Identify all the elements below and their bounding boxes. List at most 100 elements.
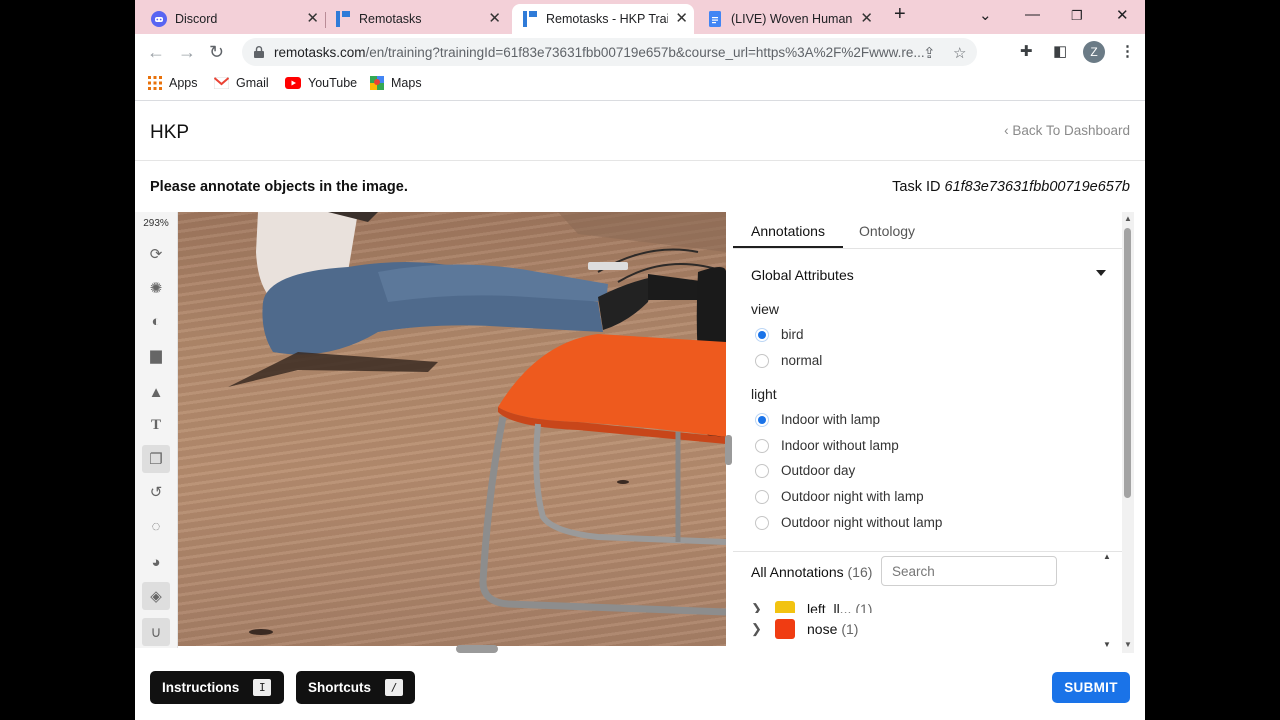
discord-icon — [151, 11, 167, 27]
minimize-icon[interactable]: — — [1025, 6, 1040, 23]
new-tab-icon[interactable]: + — [894, 3, 906, 26]
annotation-panel: Annotations Ontology Global Attributes v… — [733, 212, 1123, 653]
radio-selected[interactable] — [755, 412, 769, 427]
annotations-scrollbar[interactable]: ▲ ▼ — [1103, 552, 1113, 650]
shortcuts-button[interactable]: Shortcuts / — [296, 671, 415, 704]
shortcut-key: I — [253, 679, 272, 696]
url-path: /en/training?trainingId=61f83e73631fbb00… — [365, 44, 925, 60]
light-option-outdoor-night-with-lamp[interactable]: Outdoor night with lamp — [755, 489, 924, 504]
tab-annotations[interactable]: Annotations — [751, 223, 825, 239]
bookmark-maps[interactable]: Maps — [370, 76, 422, 90]
radio[interactable] — [755, 353, 769, 368]
radio-selected[interactable] — [755, 327, 769, 342]
annotation-canvas[interactable] — [178, 212, 726, 646]
radio[interactable] — [755, 515, 769, 530]
text-icon[interactable]: T — [142, 411, 170, 439]
panel-vertical-scrollbar[interactable]: ▲ ▼ — [1122, 212, 1134, 653]
zoom-level: 293% — [143, 218, 169, 229]
tab-ontology[interactable]: Ontology — [859, 223, 915, 239]
tab-search-chevron-icon[interactable]: ⌄ — [979, 6, 992, 24]
scroll-down-icon[interactable]: ▼ — [1103, 640, 1111, 649]
global-attributes-header[interactable]: Global Attributes — [751, 267, 854, 283]
list-item[interactable]: ❯ left_ll... (1) — [751, 601, 872, 613]
hide-icon[interactable]: ◌ — [142, 512, 170, 540]
radio[interactable] — [755, 438, 769, 453]
chevron-right-icon[interactable]: ❯ — [751, 621, 763, 637]
browser-window: Discord ✕ Remotasks ✕ Remotasks - HKP Tr… — [135, 0, 1145, 720]
shapes-icon[interactable]: ▲ — [142, 378, 170, 406]
address-bar-row: ← → ↻ remotasks.com/en/training?training… — [135, 34, 1145, 70]
extensions-puzzle-icon[interactable]: ✚ — [1020, 42, 1033, 60]
scrollbar-thumb[interactable] — [1124, 228, 1131, 498]
bookmark-star-icon[interactable]: ☆ — [953, 44, 966, 62]
remotasks-icon — [335, 11, 351, 27]
option-label: Outdoor night with lamp — [781, 489, 924, 504]
view-option-normal[interactable]: normal — [755, 353, 822, 368]
tab-remotasks[interactable]: Remotasks ✕ — [325, 4, 507, 34]
scroll-down-icon[interactable]: ▼ — [1124, 640, 1132, 649]
all-annotations-label: All Annotations — [751, 564, 844, 580]
task-id-value: 61f83e73631fbb00719e657b — [944, 179, 1130, 195]
tab-title: Remotasks — [359, 12, 422, 26]
option-label: Indoor with lamp — [781, 412, 881, 427]
light-option-outdoor-night-without-lamp[interactable]: Outdoor night without lamp — [755, 515, 942, 530]
reload-icon[interactable]: ↻ — [209, 42, 224, 63]
chevron-right-icon[interactable]: ❯ — [751, 601, 763, 613]
panel-resize-handle[interactable] — [725, 435, 732, 465]
radio[interactable] — [755, 489, 769, 504]
annotation-search-input[interactable] — [881, 556, 1057, 586]
share-icon[interactable]: ⇪ — [923, 44, 936, 62]
tab-remotasks-hkp-training[interactable]: Remotasks - HKP Traini ✕ — [512, 4, 694, 34]
annotation-toolbar: 293% ⟳ ✺ ◐ ▆ ▲ T ❐ ↺ ◌ ◕ ◈ ∪ — [135, 212, 178, 648]
magnet-icon[interactable]: ∪ — [142, 618, 170, 646]
close-icon[interactable]: ✕ — [675, 11, 688, 27]
palette-icon[interactable]: ◕ — [142, 548, 170, 576]
back-icon[interactable]: ← — [147, 42, 165, 63]
page-title: HKP — [150, 122, 190, 143]
profile-avatar[interactable]: Z — [1083, 41, 1105, 63]
submit-button[interactable]: SUBMIT — [1052, 672, 1130, 703]
scroll-up-icon[interactable]: ▲ — [1103, 552, 1111, 561]
back-to-dashboard-link[interactable]: ‹ Back To Dashboard — [1004, 123, 1130, 138]
view-option-bird[interactable]: bird — [755, 327, 804, 342]
task-instruction: Please annotate objects in the image. — [150, 179, 408, 195]
canvas-horizontal-scrollbar[interactable] — [456, 645, 498, 653]
light-option-outdoor-day[interactable]: Outdoor day — [755, 463, 855, 478]
light-option-indoor-without-lamp[interactable]: Indoor without lamp — [755, 438, 899, 453]
radio[interactable] — [755, 463, 769, 478]
brightness-icon[interactable]: ✺ — [142, 274, 170, 302]
bookmark-apps[interactable]: Apps — [148, 76, 198, 90]
contrast-icon[interactable]: ◐ — [142, 307, 170, 335]
annotation-name: left_ll... — [807, 601, 852, 613]
list-item[interactable]: ❯ nose (1) — [751, 619, 858, 639]
lock-icon — [254, 46, 264, 58]
close-icon[interactable]: ✕ — [306, 11, 319, 27]
caret-down-icon[interactable] — [1096, 270, 1106, 276]
close-icon[interactable]: ✕ — [860, 11, 873, 27]
history-icon[interactable]: ↺ — [142, 478, 170, 506]
restore-icon[interactable]: ❐ — [1071, 8, 1083, 24]
instructions-button[interactable]: Instructions I — [150, 671, 284, 704]
all-annotations-header: All Annotations (16) — [751, 564, 872, 580]
scroll-up-icon[interactable]: ▲ — [1124, 214, 1132, 223]
close-icon[interactable]: ✕ — [488, 11, 501, 27]
light-option-indoor-with-lamp[interactable]: Indoor with lamp — [755, 412, 880, 427]
bookmark-youtube[interactable]: YouTube — [285, 76, 357, 90]
bookmark-gmail[interactable]: Gmail — [214, 76, 269, 90]
layers-icon[interactable]: ❐ — [142, 445, 170, 473]
tab-discord[interactable]: Discord ✕ — [141, 4, 326, 34]
fill-icon[interactable]: ◈ — [142, 582, 170, 610]
task-header: Please annotate objects in the image. Ta… — [135, 161, 1145, 212]
tab-woven-human-doc[interactable]: (LIVE) Woven Human K ✕ — [697, 4, 879, 34]
paint-roller-icon[interactable]: ▆ — [142, 341, 170, 369]
task-id-label: Task ID — [892, 179, 941, 195]
more-menu-icon[interactable]: ⋮ — [1120, 42, 1135, 60]
color-swatch — [775, 601, 795, 613]
side-panel-icon[interactable]: ◧ — [1053, 42, 1067, 60]
url-omnibox[interactable]: remotasks.com/en/training?trainingId=61f… — [242, 38, 977, 66]
url-host: remotasks.com — [274, 44, 366, 60]
window-close-icon[interactable]: ✕ — [1116, 6, 1129, 24]
url-text: remotasks.com/en/training?trainingId=61f… — [274, 45, 934, 60]
rotate-icon[interactable]: ⟳ — [142, 240, 170, 268]
forward-icon[interactable]: → — [178, 42, 196, 63]
